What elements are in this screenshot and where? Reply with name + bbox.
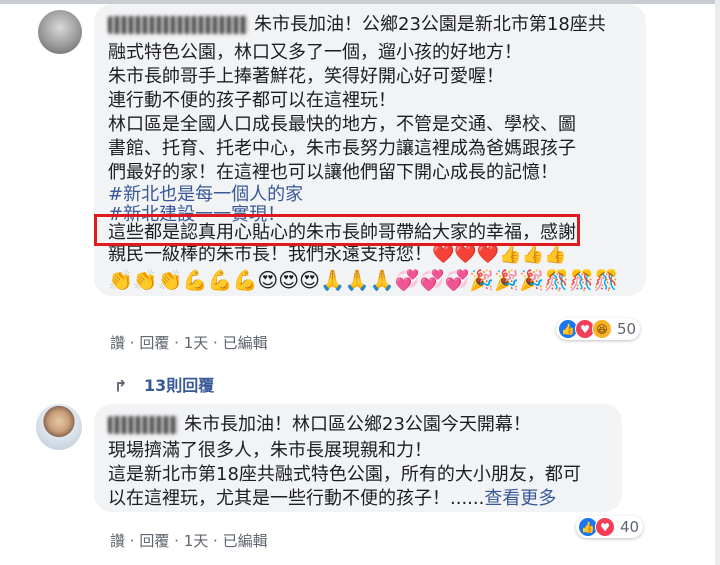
- comment-text: 以在這裡玩，尤其是一些行動不便的孩子！......: [108, 488, 485, 509]
- timestamp-link[interactable]: 1天: [184, 334, 209, 352]
- separator: ·: [129, 334, 140, 352]
- comment-actions: 讚 · 回覆 · 1天 · 已編輯: [110, 332, 268, 353]
- hashtag-link[interactable]: #新北也是每一個人的家: [108, 184, 303, 205]
- comment-text: 朱市長加油！公鄉23公園是新北市第18座共: [254, 14, 606, 35]
- edited-label[interactable]: 已編輯: [223, 334, 268, 352]
- like-link[interactable]: 讚: [110, 334, 125, 352]
- timestamp-link[interactable]: 1天: [184, 532, 209, 550]
- see-more-link[interactable]: 查看更多: [484, 488, 556, 509]
- author-name-blurred[interactable]: [108, 16, 248, 34]
- reaction-summary[interactable]: 👍 ♥ 😆 50: [556, 318, 641, 340]
- comment-text: 朱市長帥哥手上捧著鮮花，笑得好開心好可愛喔！: [108, 66, 504, 87]
- separator: ·: [213, 334, 223, 352]
- separator: ·: [174, 532, 184, 550]
- comment-text: 朱市長加油！林口區公鄉23公園今天開幕！: [184, 414, 531, 435]
- comment-text: 們最好的家！在這裡也可以讓他們留下開心成長的記憶！: [108, 162, 558, 183]
- edited-label[interactable]: 已編輯: [223, 532, 268, 550]
- comment-text: 連行動不便的孩子都可以在這裡玩！: [108, 90, 396, 111]
- comment-text: 融式特色公園，林口又多了一個，遛小孩的好地方！: [108, 42, 522, 63]
- avatar[interactable]: [38, 10, 82, 54]
- comment-text: 這是新北市第18座共融式特色公園，所有的大小朋友，都可: [108, 464, 581, 485]
- reaction-count: 50: [617, 320, 637, 338]
- view-replies-link[interactable]: ↳ 13則回覆: [114, 372, 214, 396]
- reaction-summary[interactable]: 👍 ♥ 40: [576, 516, 644, 538]
- love-icon: ♥: [595, 517, 615, 537]
- reply-link[interactable]: 回覆: [139, 532, 169, 550]
- comment-text: 林口區是全國人口成長最快的地方，不管是交通、學校、圖: [108, 114, 576, 135]
- replies-count: 13則回覆: [144, 376, 215, 395]
- like-link[interactable]: 讚: [110, 532, 125, 550]
- separator: ·: [129, 532, 140, 550]
- comment-text: 書館、托育、托老中心，朱市長努力讓這裡成為爸媽跟孩子: [108, 138, 576, 159]
- reply-link[interactable]: 回覆: [139, 334, 169, 352]
- comment-first-line: 朱市長加油！公鄉23公園是新北市第18座共: [108, 14, 606, 35]
- comment-text: 現場擠滿了很多人，朱市長展現親和力！: [108, 440, 432, 461]
- comment-text: 親民一級棒的朱市長！我們永遠支持您！❤️❤️❤️👍👍👍: [108, 244, 566, 265]
- comment-actions: 讚 · 回覆 · 1天 · 已編輯: [110, 530, 268, 551]
- comment-text: 親民一級棒的朱市長！我們永遠支持您！: [108, 244, 432, 265]
- author-name-blurred[interactable]: [108, 416, 178, 434]
- emoji-group: ❤️❤️❤️👍👍👍: [432, 244, 567, 265]
- red-highlight-box: [94, 214, 580, 246]
- reply-arrow-icon: ↳: [114, 376, 128, 395]
- separator: ·: [174, 334, 184, 352]
- comment-text: 以在這裡玩，尤其是一些行動不便的孩子！......查看更多: [108, 488, 556, 509]
- avatar[interactable]: [36, 404, 82, 450]
- separator: ·: [213, 532, 223, 550]
- reaction-count: 40: [620, 518, 640, 536]
- emoji-group: 👏👏👏💪💪💪😍😍😍🙏🙏🙏💞💞💞🎉🎉🎉🎊🎊🎊: [108, 268, 619, 292]
- right-edge: [715, 0, 720, 565]
- haha-icon: 😆: [592, 319, 612, 339]
- comment-first-line: 朱市長加油！林口區公鄉23公園今天開幕！: [108, 414, 531, 435]
